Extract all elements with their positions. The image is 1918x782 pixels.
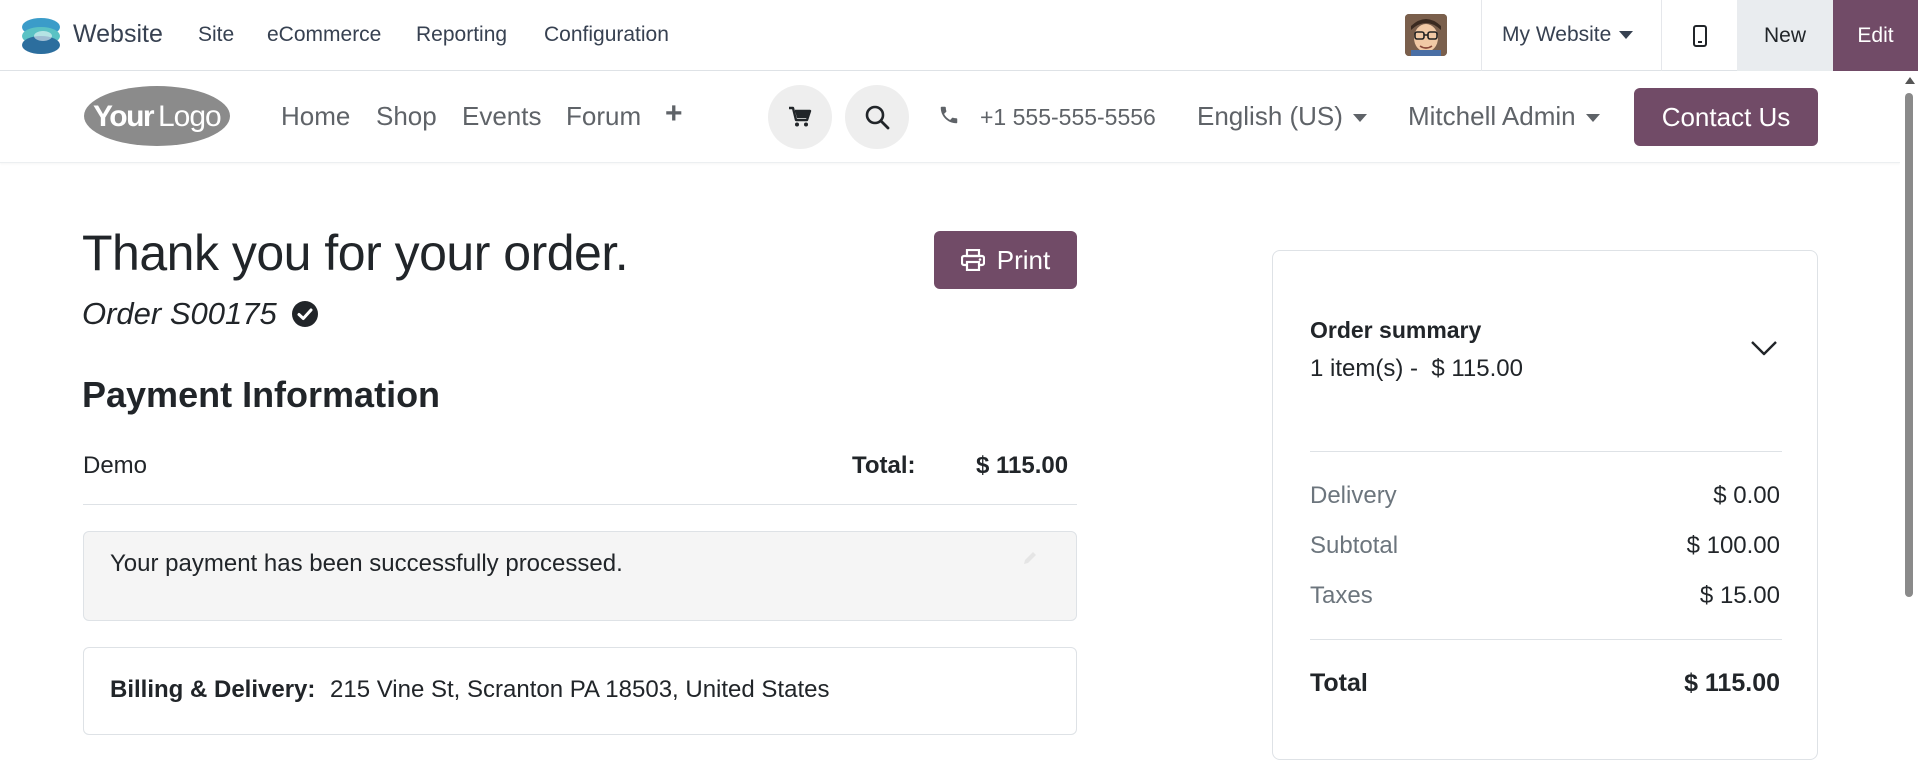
language-label: English (US) <box>1197 101 1343 131</box>
language-selector[interactable]: English (US) <box>1197 101 1367 132</box>
payment-status-message: Your payment has been successfully proce… <box>83 531 1077 621</box>
new-button[interactable]: New <box>1737 0 1833 71</box>
nav-events[interactable]: Events <box>462 101 542 132</box>
check-circle-icon <box>291 301 318 327</box>
phone-number[interactable]: +1 555-555-5556 <box>980 104 1156 131</box>
order-summary-subtitle: 1 item(s) - $ 115.00 <box>1310 355 1523 382</box>
website-app-icon[interactable] <box>20 15 62 57</box>
print-label: Print <box>996 244 1051 275</box>
website-switcher-label: My Website <box>1502 23 1612 46</box>
phone-icon <box>940 106 958 124</box>
your-logo[interactable]: Your Logo <box>83 85 232 147</box>
svg-text:Logo: Logo <box>158 100 221 133</box>
user-menu[interactable]: Mitchell Admin <box>1408 101 1600 132</box>
nav-shop[interactable]: Shop <box>376 101 437 132</box>
divider <box>1310 639 1782 640</box>
caret-down-icon <box>1585 114 1600 123</box>
website-header: Your Logo Home Shop Events Forum + +1 55… <box>0 71 1900 163</box>
page-title: Thank you for your order. <box>82 225 629 281</box>
subtotal-label: Subtotal <box>1310 532 1399 559</box>
mobile-phone-icon <box>1692 24 1707 47</box>
page-scrollbar[interactable] <box>1900 71 1918 782</box>
search-icon <box>865 105 890 130</box>
chevron-down-icon[interactable] <box>1749 339 1779 357</box>
payment-method: Demo <box>83 452 148 479</box>
website-switcher[interactable]: My Website <box>1502 23 1634 47</box>
search-button[interactable] <box>845 85 909 149</box>
payment-status-text: Your payment has been successfully proce… <box>110 550 623 577</box>
cart-icon <box>789 106 812 127</box>
payment-total-label: Total: <box>852 452 916 479</box>
nav-forum[interactable]: Forum <box>566 101 641 132</box>
order-number: Order S00175 <box>82 296 277 331</box>
delivery-label: Delivery <box>1310 482 1397 509</box>
contact-us-button[interactable]: Contact Us <box>1634 88 1818 146</box>
pencil-icon[interactable] <box>1022 550 1038 566</box>
order-reference: Order S00175 <box>82 296 319 332</box>
menu-site[interactable]: Site <box>198 23 234 47</box>
user-name: Mitchell Admin <box>1408 101 1576 131</box>
printer-icon <box>960 249 985 271</box>
payment-total-value: $ 115.00 <box>976 452 1069 479</box>
mobile-preview-button[interactable] <box>1662 0 1737 71</box>
scrollbar-thumb[interactable] <box>1905 93 1913 597</box>
scroll-up-arrow-icon[interactable] <box>1905 77 1915 84</box>
print-button[interactable]: Print <box>934 231 1077 289</box>
svg-text:Your: Your <box>93 100 155 133</box>
edit-button[interactable]: Edit <box>1833 0 1918 71</box>
menu-configuration[interactable]: Configuration <box>544 23 669 47</box>
order-summary-title[interactable]: Order summary <box>1310 317 1481 344</box>
nav-home[interactable]: Home <box>281 101 350 132</box>
taxes-label: Taxes <box>1310 582 1373 609</box>
billing-delivery-box: Billing & Delivery: 215 Vine St, Scranto… <box>83 647 1077 735</box>
delivery-value: $ 0.00 <box>1713 482 1780 509</box>
cart-button[interactable] <box>768 85 832 149</box>
summary-total-value: $ 115.00 <box>1684 669 1780 697</box>
user-avatar[interactable] <box>1405 14 1447 56</box>
avatar-face-icon <box>1405 14 1447 56</box>
caret-down-icon <box>1619 31 1634 40</box>
divider <box>1481 0 1482 71</box>
admin-navbar: Website Site eCommerce Reporting Configu… <box>0 0 1918 71</box>
payment-information-heading: Payment Information <box>82 374 441 415</box>
caret-down-icon <box>1352 114 1367 123</box>
subtotal-value: $ 100.00 <box>1686 532 1780 559</box>
order-summary-card: Order summary 1 item(s) - $ 115.00 Deliv… <box>1272 250 1818 760</box>
billing-delivery-address: 215 Vine St, Scranton PA 18503, United S… <box>330 676 830 703</box>
divider <box>1310 451 1782 452</box>
divider <box>83 504 1077 505</box>
app-name[interactable]: Website <box>73 20 163 49</box>
menu-reporting[interactable]: Reporting <box>416 23 507 47</box>
taxes-value: $ 15.00 <box>1699 582 1780 609</box>
add-menu-icon[interactable]: + <box>665 97 683 131</box>
billing-delivery-label: Billing & Delivery: <box>110 676 316 703</box>
menu-ecommerce[interactable]: eCommerce <box>267 23 381 47</box>
summary-total-label: Total <box>1310 669 1368 697</box>
